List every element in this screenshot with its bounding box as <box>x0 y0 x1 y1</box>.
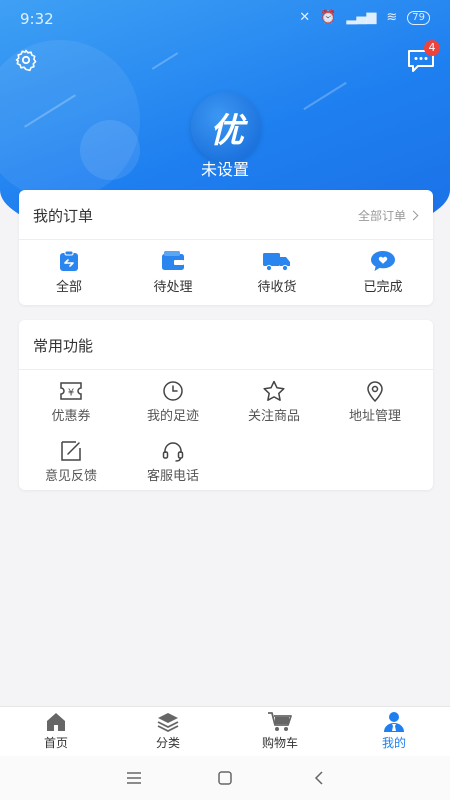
function-feedback[interactable]: 意见反馈 <box>19 440 123 484</box>
function-label: 地址管理 <box>348 409 401 424</box>
orders-card-header: 我的订单 全部订单 <box>19 190 433 240</box>
function-label: 意见反馈 <box>44 469 97 484</box>
back-icon[interactable] <box>307 768 331 788</box>
svg-text:¥: ¥ <box>68 388 74 399</box>
status-time: 9:32 <box>20 10 54 28</box>
system-nav-bar <box>0 756 450 800</box>
bottom-tab-bar: 首页 分类 购物车 我的 <box>0 706 450 757</box>
order-status-pending[interactable]: 待处理 <box>123 250 223 295</box>
tab-label: 购物车 <box>261 736 298 750</box>
function-label: 我的足迹 <box>146 409 199 424</box>
status-icons: ✕ ⏰ ▂▄▆ ≋ 79 <box>299 10 430 25</box>
order-status-all[interactable]: 全部 <box>19 250 119 295</box>
username[interactable]: 未设置 <box>0 156 450 180</box>
tab-label: 首页 <box>43 736 68 750</box>
function-label: 关注商品 <box>247 409 300 424</box>
functions-card: 常用功能 ¥ 优惠券 我的足迹 关注商品 地址管理 意见反馈 客服电话 <box>19 320 433 490</box>
order-status-shipping[interactable]: 待收货 <box>227 250 327 295</box>
functions-title: 常用功能 <box>33 337 94 355</box>
edit-icon <box>61 441 81 461</box>
chevron-right-icon <box>408 210 419 221</box>
all-orders-link[interactable]: 全部订单 <box>357 207 419 224</box>
tab-mine[interactable]: 我的 <box>338 711 450 751</box>
message-count-badge: 4 <box>424 40 440 56</box>
order-status-completed[interactable]: 已完成 <box>333 250 433 295</box>
star-icon <box>263 380 285 401</box>
heart-chat-icon <box>371 251 395 271</box>
orders-title: 我的订单 <box>33 207 94 225</box>
function-customer-service[interactable]: 客服电话 <box>121 440 225 484</box>
avatar[interactable]: 优 <box>191 92 261 162</box>
user-icon <box>384 712 404 732</box>
home-icon <box>47 713 65 731</box>
order-status-label: 全部 <box>55 280 82 295</box>
status-bar: 9:32 ✕ ⏰ ▂▄▆ ≋ 79 <box>0 0 450 38</box>
tab-cart[interactable]: 购物车 <box>224 711 336 751</box>
mute-icon: ✕ <box>299 10 311 25</box>
order-status-label: 已完成 <box>363 280 403 295</box>
clipboard-icon <box>60 250 78 271</box>
decor-streak <box>303 81 347 111</box>
function-coupons[interactable]: ¥ 优惠券 <box>19 380 123 424</box>
tab-label: 我的 <box>381 736 406 750</box>
messages-button[interactable]: 4 <box>406 40 440 74</box>
avatar-logo-text: 优 <box>210 110 244 151</box>
home-square-icon[interactable] <box>213 768 237 788</box>
decor-streak <box>151 52 179 70</box>
battery-indicator: 79 <box>407 10 430 25</box>
order-status-label: 待收货 <box>257 280 297 295</box>
location-icon <box>367 381 383 402</box>
tab-home[interactable]: 首页 <box>0 711 112 751</box>
function-address[interactable]: 地址管理 <box>323 380 427 424</box>
headset-icon <box>162 442 184 462</box>
settings-gear-icon[interactable] <box>14 48 38 72</box>
alarm-icon: ⏰ <box>320 10 337 25</box>
orders-card: 我的订单 全部订单 全部 待处理 待收货 已完成 <box>19 190 433 305</box>
all-orders-label: 全部订单 <box>357 209 406 223</box>
coupon-icon: ¥ <box>60 382 82 400</box>
function-label: 客服电话 <box>146 469 199 484</box>
layers-icon <box>157 713 179 733</box>
order-status-label: 待处理 <box>153 280 193 295</box>
function-label: 优惠券 <box>51 409 91 424</box>
menu-icon[interactable] <box>122 768 146 788</box>
functions-card-header: 常用功能 <box>19 320 433 370</box>
clock-icon <box>163 381 183 401</box>
signal-icon: ▂▄▆ <box>346 10 377 25</box>
tab-label: 分类 <box>155 736 180 750</box>
wifi-icon: ≋ <box>386 10 398 25</box>
tab-category[interactable]: 分类 <box>112 711 224 751</box>
order-status-row: 全部 待处理 待收货 已完成 <box>19 240 433 305</box>
function-followed-products[interactable]: 关注商品 <box>222 380 326 424</box>
cart-icon <box>268 712 292 731</box>
truck-icon <box>263 253 290 272</box>
function-footprints[interactable]: 我的足迹 <box>121 380 225 424</box>
wallet-icon <box>162 251 184 270</box>
